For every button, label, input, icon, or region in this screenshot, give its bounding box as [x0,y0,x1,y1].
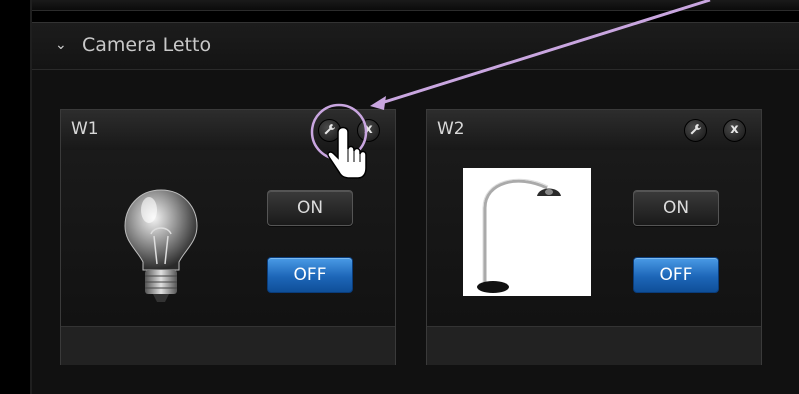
wrench-icon[interactable] [318,119,341,142]
widget-w2: W2 x ON OFF [426,109,762,365]
wrench-icon[interactable] [684,119,707,142]
widget-footer [427,326,761,365]
room-section-header[interactable]: ⌄ Camera Letto [32,23,799,70]
light-bulb-icon [124,189,198,302]
chevron-down-icon: ⌄ [55,37,67,53]
top-bar [32,0,799,11]
off-button[interactable]: OFF [633,257,719,293]
close-widget-button[interactable]: x [723,119,746,142]
on-button[interactable]: ON [267,190,353,226]
on-button[interactable]: ON [633,190,719,226]
widget-header: W2 x [427,110,761,151]
off-button[interactable]: OFF [267,257,353,293]
section-title: Camera Letto [82,34,212,56]
widget-body: ON OFF [427,150,761,326]
widget-title: W2 [437,119,465,139]
widget-footer [61,326,395,365]
app-window: ⌄ Camera Letto W1 x ON OFF W2 x ON OFF [0,0,799,394]
floor-lamp-image [463,168,591,296]
widget-body: ON OFF [61,150,395,326]
widget-header: W1 x [61,110,395,151]
widget-title: W1 [71,119,99,139]
widget-w1: W1 x ON OFF [60,109,396,365]
room-section: ⌄ Camera Letto W1 x ON OFF W2 x ON OFF [32,22,799,394]
close-widget-button[interactable]: x [357,119,380,142]
